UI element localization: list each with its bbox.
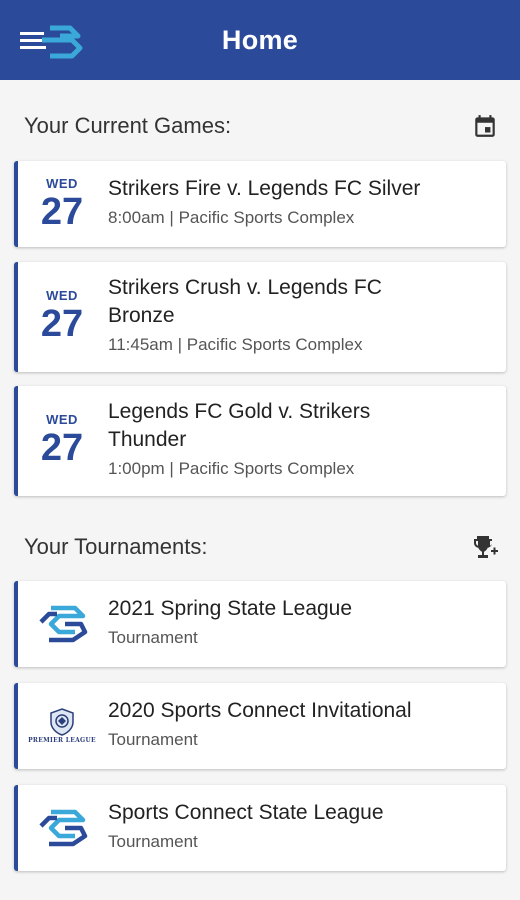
game-weekday: WED [46,288,78,303]
game-day: 27 [40,427,84,469]
sports-connect-logo [32,803,92,853]
menu-logo-icon[interactable] [20,22,84,62]
game-weekday: WED [46,412,78,427]
game-day: 27 [40,303,84,345]
game-matchup: Strikers Crush v. Legends FC Bronze [108,276,382,327]
game-time-location: 1:00pm | Pacific Sports Complex [108,459,355,478]
sports-connect-logo [32,599,92,649]
trophy-add-icon[interactable] [470,532,500,562]
game-card[interactable]: WED 27 Strikers Fire v. Legends FC Silve… [14,161,506,247]
game-time-location: 8:00am | Pacific Sports Complex [108,208,355,227]
tournament-type: Tournament [108,628,198,647]
tournament-name: Sports Connect State League [108,801,384,824]
premier-league-logo-text: PREMIER LEAGUE [28,737,96,744]
tournament-name: 2020 Sports Connect Invitational [108,699,412,722]
game-day: 27 [40,191,84,233]
game-card[interactable]: WED 27 Strikers Crush v. Legends FC Bron… [14,262,506,372]
tournament-type: Tournament [108,730,198,749]
game-weekday: WED [46,176,78,191]
game-matchup: Legends FC Gold v. Strikers Thunder [108,400,371,451]
tournament-type: Tournament [108,832,198,851]
game-date: WED 27 [22,288,102,343]
current-games-header: Your Current Games: [24,108,500,144]
calendar-icon[interactable] [470,111,500,141]
current-games-title: Your Current Games: [24,113,232,138]
tournament-card[interactable]: PREMIER LEAGUE 2020 Sports Connect Invit… [14,683,506,769]
game-date: WED 27 [22,176,102,231]
tournament-card[interactable]: 2021 Spring State League Tournament [14,581,506,667]
page-title: Home [221,24,299,55]
game-matchup: Strikers Fire v. Legends FC Silver [108,177,421,200]
tournaments-title: Your Tournaments: [24,534,208,559]
game-time-location: 11:45am | Pacific Sports Complex [108,335,363,354]
premier-league-logo: PREMIER LEAGUE [28,701,96,751]
tournaments-header: Your Tournaments: [24,529,500,565]
app-bar: Home [0,0,520,80]
game-date: WED 27 [22,412,102,467]
tournament-name: 2021 Spring State League [108,597,353,620]
tournament-card[interactable]: Sports Connect State League Tournament [14,785,506,871]
game-card[interactable]: WED 27 Legends FC Gold v. Strikers Thund… [14,386,506,496]
